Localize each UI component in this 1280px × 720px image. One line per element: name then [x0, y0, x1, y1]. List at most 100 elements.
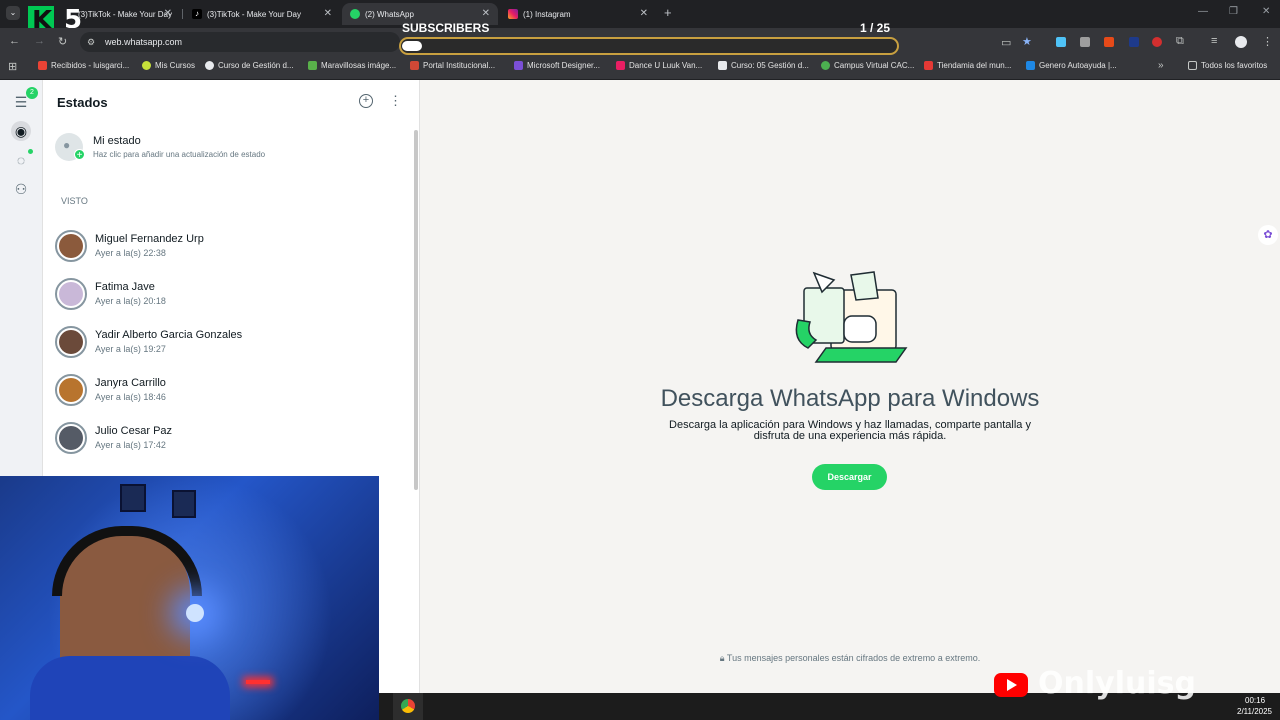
section-label: VISTO	[61, 196, 88, 206]
status-time: Ayer a la(s) 20:18	[95, 296, 166, 306]
download-button[interactable]: Descargar	[812, 464, 887, 490]
status-name: Julio Cesar Paz	[95, 425, 173, 437]
avatar	[55, 422, 87, 454]
extension-icon[interactable]	[1056, 37, 1066, 47]
subscribers-progress-bar	[399, 37, 899, 55]
url-text[interactable]: web.whatsapp.com	[105, 37, 182, 47]
bookmark[interactable]: Recibidos - luisgarci...	[38, 61, 129, 70]
person-icon: ●	[63, 138, 71, 152]
status-name: Yadir Alberto Garcia Gonzales	[95, 329, 243, 341]
close-window-button[interactable]: ✕	[1262, 6, 1270, 17]
tab-title: (3)TikTok - Make Your Day	[207, 9, 301, 19]
star-icon[interactable]: ★	[1022, 35, 1032, 48]
shirt	[30, 656, 230, 720]
status-row[interactable]: Julio Cesar Paz Ayer a la(s) 17:42	[55, 422, 395, 462]
close-icon[interactable]: ✕	[482, 8, 490, 19]
bookmark[interactable]: Tiendamia del mun...	[924, 61, 1011, 70]
bookmark[interactable]: Curso: 05 Gestión d...	[718, 61, 809, 70]
tiktok-icon: ♪	[192, 9, 202, 19]
status-time: Ayer a la(s) 19:27	[95, 344, 166, 354]
tab-strip: ⌄ (3)TikTok - Make Your Day ✕ ♪ (3)TikTo…	[0, 0, 1280, 28]
bookmark-icon	[821, 61, 830, 70]
tab-search-button[interactable]: ⌄	[6, 6, 20, 20]
bookmark[interactable]: Portal Institucional...	[410, 61, 495, 70]
subscribers-progress-fill	[402, 41, 422, 51]
main-panel: Descarga WhatsApp para Windows Descarga …	[420, 80, 1280, 693]
cast-icon[interactable]: ▭	[1001, 36, 1011, 49]
reload-icon[interactable]: ↻	[58, 35, 67, 48]
communities-icon[interactable]: ⚇	[11, 179, 31, 199]
status-icon[interactable]: ◉	[11, 121, 31, 141]
forward-icon[interactable]: →	[34, 35, 45, 47]
more-options-icon[interactable]: ⋮	[389, 93, 402, 109]
clock-date[interactable]: 2/11/2025	[1237, 707, 1272, 716]
add-status-icon[interactable]: +	[359, 94, 373, 108]
my-status[interactable]: ● + Mi estado Haz clic para añadir una a…	[55, 133, 395, 165]
tab-title: (1) Instagram	[523, 9, 571, 19]
lock-icon: 🔒︎	[719, 653, 727, 663]
tab-tiktok-2[interactable]: ♪ (3)TikTok - Make Your Day ✕	[184, 3, 340, 25]
minimize-button[interactable]: —	[1198, 6, 1208, 17]
bookmark[interactable]: Campus Virtual CAC...	[821, 61, 914, 70]
bookmark[interactable]: Dance U Luuk Van...	[616, 61, 702, 70]
extension-icon[interactable]	[1104, 37, 1114, 47]
site-info-icon[interactable]: ⚙	[87, 37, 95, 48]
my-status-hint: Haz clic para añadir una actualización d…	[93, 150, 266, 159]
close-icon[interactable]: ✕	[164, 8, 172, 19]
bookmark-icon	[616, 61, 625, 70]
bookmark-icon	[205, 61, 214, 70]
gmail-icon	[38, 61, 47, 70]
close-icon[interactable]: ✕	[324, 8, 332, 19]
status-row[interactable]: Fatima Jave Ayer a la(s) 20:18	[55, 278, 395, 318]
status-list-scrollbar[interactable]	[414, 130, 418, 490]
status-row[interactable]: Miguel Fernandez Urp Ayer a la(s) 22:38	[55, 230, 395, 270]
puzzle-icon[interactable]: ⧉	[1176, 35, 1184, 48]
new-tab-button[interactable]: +	[664, 5, 672, 20]
panel-title: Estados	[57, 95, 108, 110]
youtube-icon	[994, 673, 1028, 697]
chevron-right-icon[interactable]: »	[1158, 60, 1164, 71]
maximize-button[interactable]: ❐	[1229, 6, 1238, 17]
status-name: Miguel Fernandez Urp	[95, 233, 204, 245]
close-icon[interactable]: ✕	[640, 8, 648, 19]
clock-time[interactable]: 00:16	[1245, 696, 1265, 705]
bookmark-icon	[718, 61, 727, 70]
encryption-note: 🔒︎ Tus mensajes personales están cifrado…	[420, 653, 1280, 664]
main-subtitle-2: disfruta de una experiencia más rápida.	[753, 430, 947, 442]
media-icon[interactable]: ≡	[1211, 35, 1217, 47]
bookmark-icon	[1026, 61, 1035, 70]
status-time: Ayer a la(s) 17:42	[95, 440, 166, 450]
extension-sidebar-icon[interactable]: ✿	[1258, 225, 1278, 245]
bookmark[interactable]: Mis Cursos	[142, 61, 195, 70]
webcam-feed	[0, 476, 379, 720]
wall-frame	[120, 484, 146, 512]
wall-frame	[172, 490, 196, 518]
extension-icon[interactable]	[1129, 37, 1139, 47]
bookmark[interactable]: Curso de Gestión d...	[205, 61, 294, 70]
bookmark[interactable]: Genero Autoayuda |...	[1026, 61, 1117, 70]
profile-avatar[interactable]	[1235, 36, 1247, 48]
avatar	[55, 278, 87, 310]
back-icon[interactable]: ←	[9, 35, 20, 47]
tab-title: (2) WhatsApp	[365, 9, 414, 19]
subscribers-label: SUBSCRIBERS	[402, 21, 490, 35]
subscribers-count: 1 / 25	[860, 21, 891, 35]
status-row[interactable]: Janyra Carrillo Ayer a la(s) 18:46	[55, 374, 395, 414]
bookmark-icon	[410, 61, 419, 70]
tab-instagram[interactable]: (1) Instagram ✕	[500, 3, 656, 25]
encryption-text: Tus mensajes personales están cifrados d…	[726, 653, 981, 663]
status-row[interactable]: Yadir Alberto Garcia Gonzales Ayer a la(…	[55, 326, 395, 366]
bookmark[interactable]: Microsoft Designer...	[514, 61, 600, 70]
apps-icon[interactable]: ⊞	[8, 60, 17, 73]
menu-icon[interactable]: ⋮	[1262, 35, 1273, 48]
all-bookmarks[interactable]: Todos los favoritos	[1188, 61, 1267, 70]
extension-icon[interactable]	[1080, 37, 1090, 47]
extension-icon[interactable]	[1152, 37, 1162, 47]
add-icon: +	[74, 149, 85, 161]
bookmark[interactable]: Maravillosas imáge...	[308, 61, 396, 70]
main-title: Descarga WhatsApp para Windows	[660, 385, 1040, 412]
chats-unread-badge: 2	[26, 87, 38, 99]
bookmark-icon	[514, 61, 523, 70]
chrome-taskbar-icon[interactable]	[393, 693, 423, 720]
avatar	[55, 230, 87, 262]
